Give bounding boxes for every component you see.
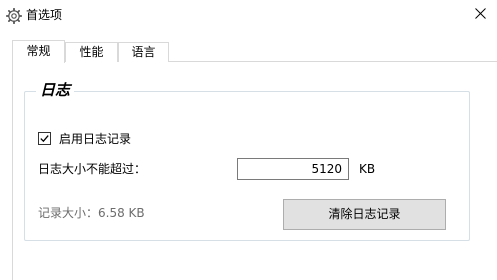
enable-logging-row[interactable]: 启用日志记录 (38, 130, 131, 146)
close-icon (474, 8, 486, 22)
clear-log-button[interactable]: 清除日志记录 (283, 199, 446, 230)
title-bar: 首选项 (0, 0, 497, 30)
max-log-size-label: 日志大小不能超过： (38, 162, 147, 176)
tab-language[interactable]: 语言 (118, 42, 169, 62)
check-icon (40, 134, 49, 142)
tab-performance[interactable]: 性能 (65, 42, 118, 62)
tab-general[interactable]: 常规 (12, 40, 65, 63)
gear-icon (5, 7, 23, 25)
size-unit-label: KB (359, 162, 376, 176)
max-log-size-input[interactable] (237, 158, 349, 180)
enable-logging-checkbox[interactable] (38, 131, 51, 145)
enable-logging-label: 启用日志记录 (59, 131, 132, 146)
log-group-title: 日志 (36, 79, 75, 101)
log-usage-text: 记录大小：6.58 KB (38, 206, 145, 220)
window-title: 首选项 (26, 8, 63, 22)
close-button[interactable] (463, 0, 497, 30)
